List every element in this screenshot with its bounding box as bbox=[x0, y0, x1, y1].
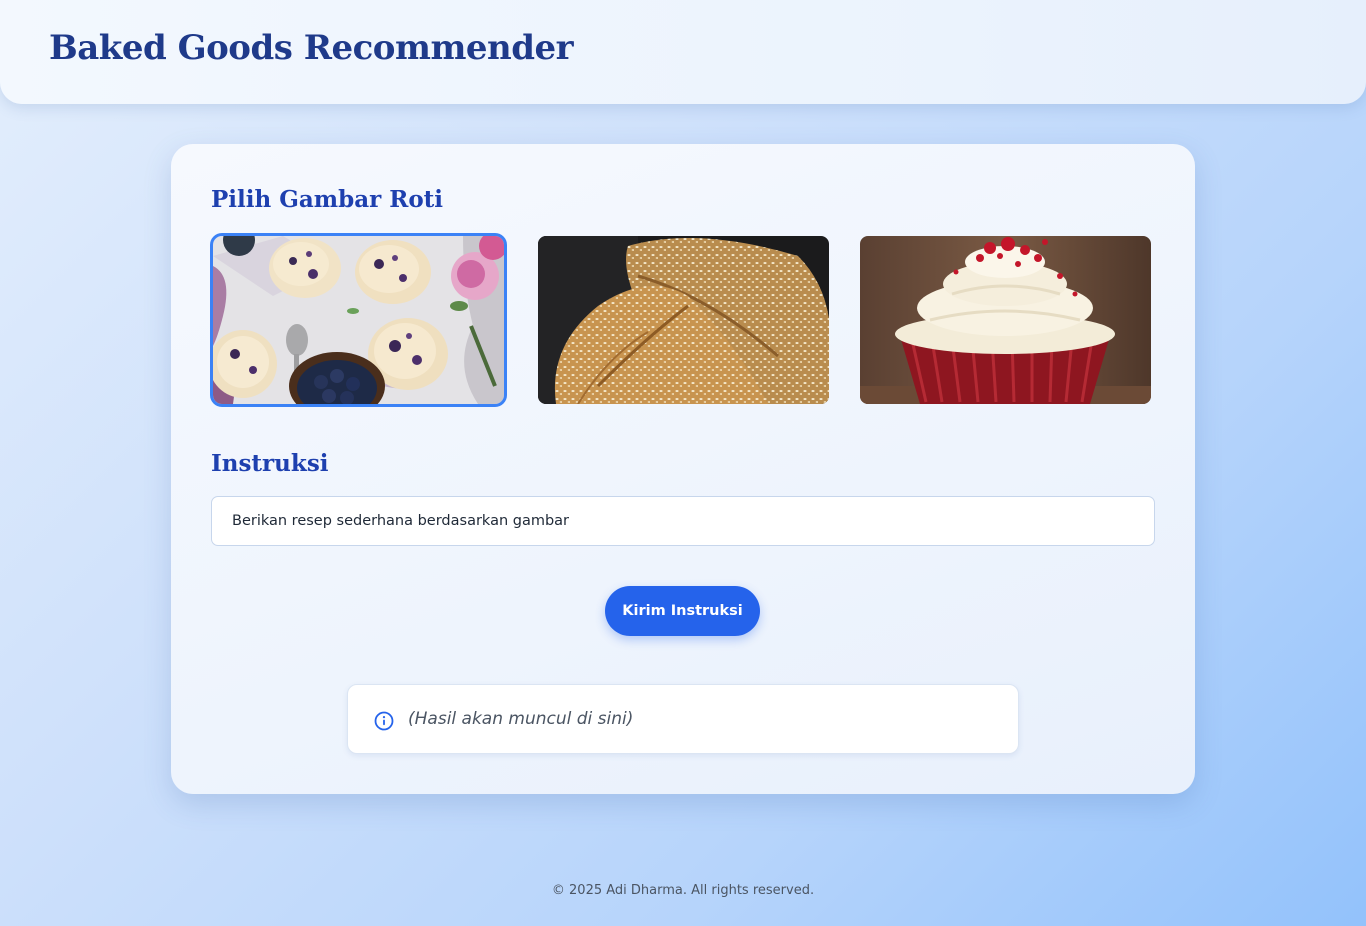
instruction-section-title: Instruksi bbox=[211, 450, 329, 477]
image-option-scones[interactable] bbox=[210, 233, 507, 407]
image-section-title: Pilih Gambar Roti bbox=[211, 186, 444, 213]
image-option-bread[interactable] bbox=[538, 236, 829, 404]
send-instruction-button[interactable]: Kirim Instruksi bbox=[605, 586, 760, 636]
result-placeholder: (Hasil akan muncul di sini) bbox=[408, 709, 634, 729]
bread-image bbox=[538, 236, 829, 404]
image-option-cupcake[interactable] bbox=[860, 236, 1151, 404]
app-title: Baked Goods Recommender bbox=[49, 28, 574, 68]
app-header: Baked Goods Recommender bbox=[0, 0, 1366, 104]
footer-copyright: © 2025 Adi Dharma. All rights reserved. bbox=[551, 883, 815, 898]
main-card: Pilih Gambar Roti Instruksi Berikan rese… bbox=[171, 144, 1195, 794]
result-panel: (Hasil akan muncul di sini) bbox=[347, 684, 1019, 754]
info-icon bbox=[374, 711, 394, 731]
instruction-input[interactable] bbox=[211, 496, 1155, 546]
scones-image bbox=[213, 236, 504, 404]
cupcake-image bbox=[860, 236, 1151, 404]
